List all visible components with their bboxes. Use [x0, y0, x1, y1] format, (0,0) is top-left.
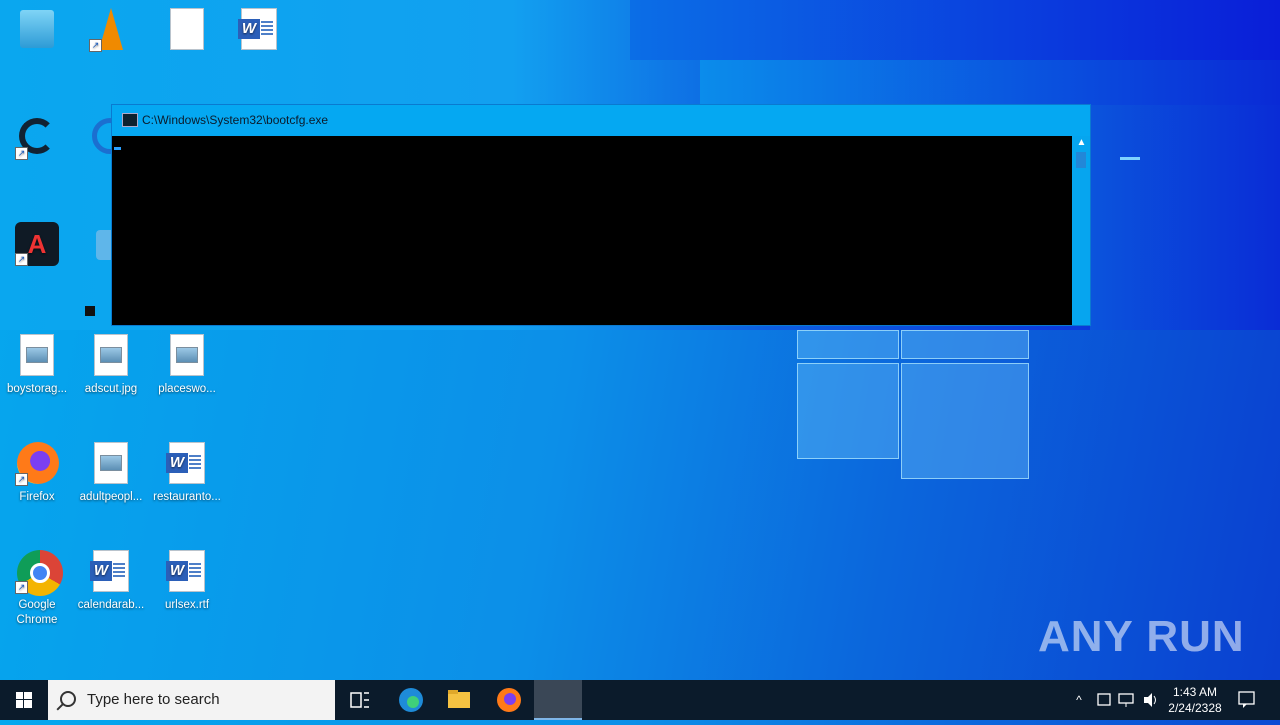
- word-icon[interactable]: W: [222, 8, 296, 50]
- desktop-icon-firefox[interactable]: ↗ Firefox: [0, 442, 74, 505]
- cmd-title: C:\Windows\System32\bootcfg.exe: [142, 113, 329, 127]
- icon-label: calendarab...: [77, 599, 145, 611]
- clock[interactable]: 1:43 AM 2/24/2328: [1164, 680, 1226, 724]
- volume-icon[interactable]: [1140, 680, 1162, 720]
- image-file-icon: [170, 334, 204, 376]
- task-view-icon[interactable]: [336, 680, 384, 720]
- desktop-icon-calendarab[interactable]: W calendarab...: [74, 550, 148, 613]
- desktop-icon-placeswo[interactable]: placeswo...: [150, 334, 224, 397]
- firefox-icon[interactable]: [485, 680, 533, 720]
- desktop-icon-restauranto[interactable]: W restauranto...: [150, 442, 224, 505]
- glitch-square: [85, 306, 95, 316]
- icon-label: boystorag...: [6, 383, 68, 395]
- cmd-title-bar[interactable]: C:\Windows\System32\bootcfg.exe: [112, 105, 1090, 135]
- cmd-icon: [122, 113, 138, 127]
- glitch-band: [1090, 105, 1280, 330]
- icon-label: Google Chrome: [16, 599, 58, 626]
- icon-label: placeswo...: [158, 383, 216, 395]
- desktop-icon-boystorag[interactable]: boystorag...: [0, 334, 74, 397]
- glitch-band: [630, 0, 1280, 60]
- windows-logo-wallpaper: [797, 330, 1029, 479]
- file-explorer-icon[interactable]: [435, 680, 483, 720]
- cmd-active-icon[interactable]: [534, 680, 582, 720]
- cmd-window[interactable]: C:\Windows\System32\bootcfg.exe ▲: [111, 104, 1091, 326]
- network-icon[interactable]: [74, 222, 122, 270]
- anyrun-watermark: ANY RUN: [1038, 612, 1245, 661]
- icon-label: adscut.jpg: [84, 383, 138, 395]
- acrobat-icon[interactable]: A ↗: [0, 222, 74, 270]
- windows-start-icon: [16, 692, 32, 708]
- edge-icon[interactable]: [387, 680, 435, 720]
- scroll-up-icon[interactable]: ▲: [1073, 136, 1090, 150]
- desktop-icon-chrome[interactable]: ↗ Google Chrome: [0, 550, 74, 628]
- word-file-icon: W: [166, 550, 205, 592]
- glitch-band: [700, 60, 1280, 105]
- ccleaner-icon[interactable]: ↗: [0, 116, 74, 164]
- vlc-icon[interactable]: ↗: [74, 8, 148, 56]
- network-icon[interactable]: [1116, 680, 1138, 720]
- start-button[interactable]: [0, 680, 48, 720]
- clock-time: 1:43 AM: [1172, 685, 1218, 699]
- taskbar: Type here to search ^ 1:43 AM 2/24/2328: [0, 680, 1280, 720]
- search-box[interactable]: Type here to search: [48, 680, 335, 720]
- image-file-icon: [94, 334, 128, 376]
- cmd-cursor: [114, 147, 121, 150]
- word-file-icon: W: [166, 442, 205, 484]
- desktop-icon-adscut[interactable]: adscut.jpg: [74, 334, 148, 397]
- desktop-icon-adultpeopl[interactable]: adultpeopl...: [74, 442, 148, 505]
- scroll-thumb[interactable]: [1076, 152, 1086, 168]
- icon-label: urlsex.rtf: [164, 599, 210, 611]
- icon-label: adultpeopl...: [79, 491, 143, 503]
- clock-date: 2/24/2328: [1168, 701, 1222, 715]
- file-icon[interactable]: [150, 8, 224, 50]
- device-icon[interactable]: [1094, 680, 1114, 720]
- edge-icon[interactable]: [74, 116, 128, 164]
- image-file-icon: [94, 442, 128, 484]
- glitch-band: [1120, 157, 1140, 160]
- chevron-up-icon[interactable]: ^: [1070, 680, 1088, 720]
- desktop-icon-urlsex[interactable]: W urlsex.rtf: [150, 550, 224, 613]
- cmd-scrollbar[interactable]: ▲: [1073, 136, 1090, 325]
- recycle-bin-icon[interactable]: [0, 10, 74, 52]
- notification-icon[interactable]: [1234, 680, 1260, 720]
- search-icon: [60, 691, 76, 707]
- image-file-icon: [20, 334, 54, 376]
- icon-label: restauranto...: [153, 491, 221, 503]
- icon-label: Firefox: [19, 491, 55, 503]
- search-placeholder: Type here to search: [87, 691, 220, 708]
- word-file-icon: W: [90, 550, 129, 592]
- cmd-console[interactable]: [112, 136, 1072, 325]
